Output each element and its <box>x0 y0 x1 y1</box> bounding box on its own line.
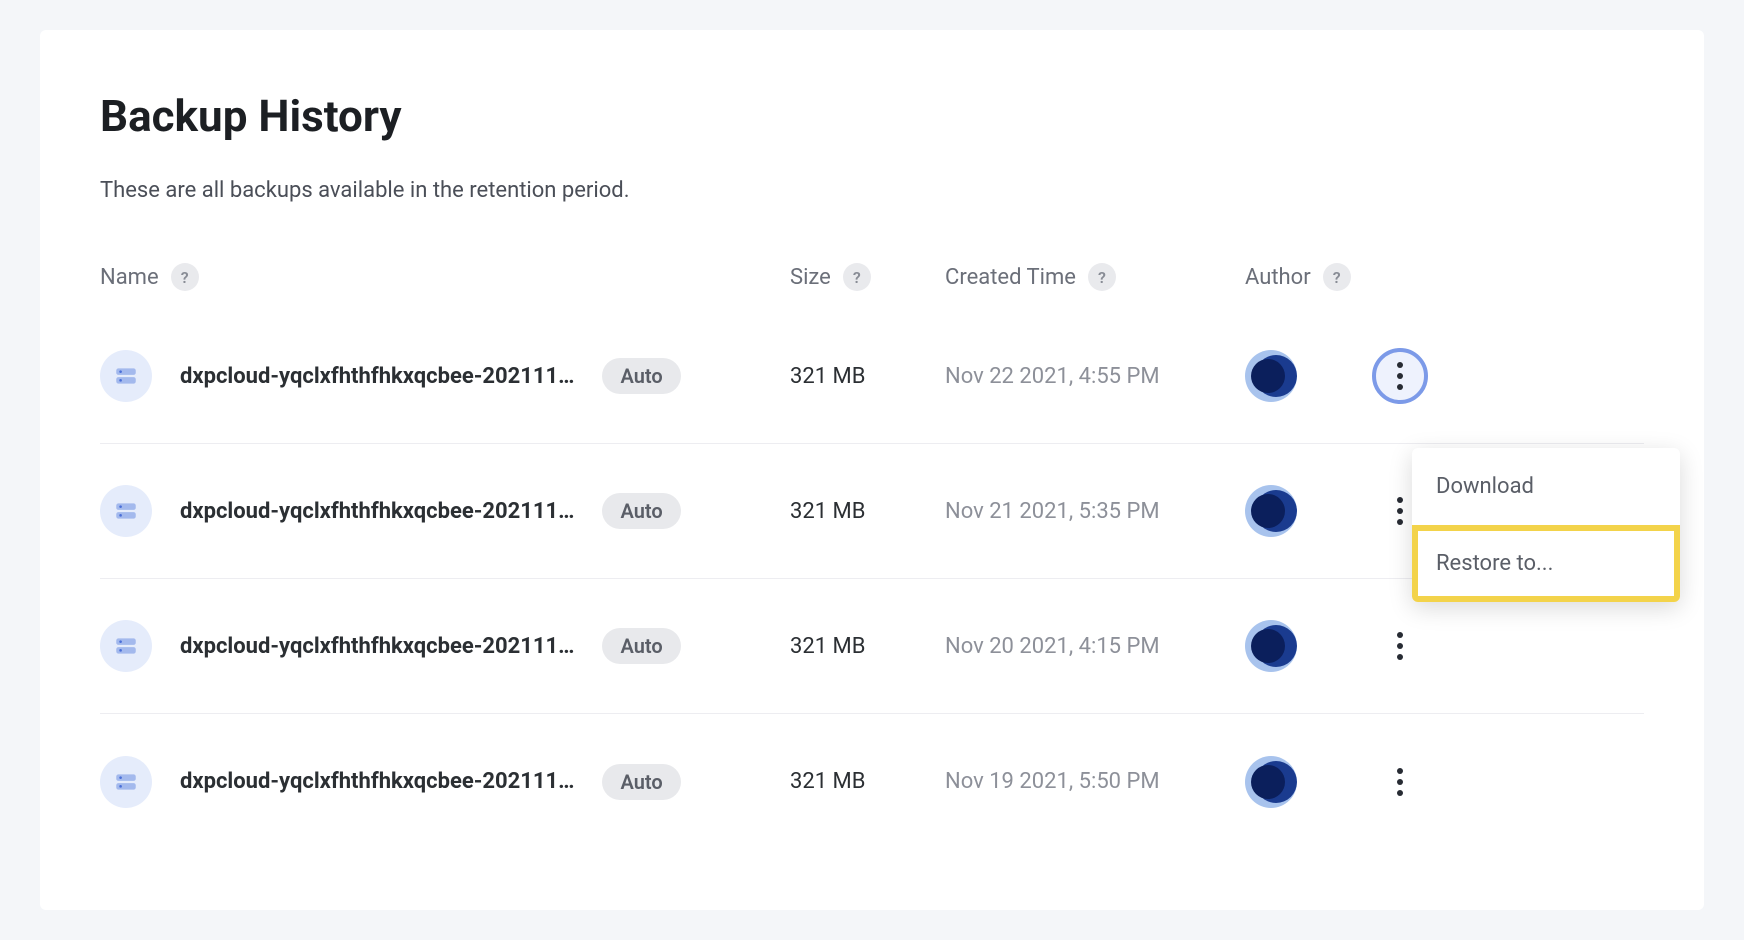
auto-badge: Auto <box>602 764 680 800</box>
backup-created: Nov 22 2021, 4:55 PM <box>945 364 1245 389</box>
auto-badge: Auto <box>602 628 680 664</box>
help-icon[interactable]: ? <box>171 263 199 291</box>
backup-size: 321 MB <box>790 769 945 794</box>
row-actions-button[interactable] <box>1372 618 1428 674</box>
backup-name: dxpcloud-yqclxfhthfhkxqcbee-202111… <box>180 499 574 524</box>
help-icon[interactable]: ? <box>1323 263 1351 291</box>
page-subtitle: These are all backups available in the r… <box>100 178 1644 203</box>
table-row: dxpcloud-yqclxfhthfhkxqcbee-202111… Auto 3… <box>100 714 1644 849</box>
help-icon[interactable]: ? <box>1088 263 1116 291</box>
col-created-label: Created Time <box>945 265 1076 290</box>
backup-author <box>1245 350 1360 402</box>
dropdown-restore[interactable]: Restore to... <box>1412 525 1680 602</box>
backup-size: 321 MB <box>790 634 945 659</box>
row-actions-dropdown: Download Restore to... <box>1412 448 1680 602</box>
avatar <box>1245 756 1297 808</box>
auto-badge: Auto <box>602 358 680 394</box>
backup-size: 321 MB <box>790 499 945 524</box>
backup-created: Nov 20 2021, 4:15 PM <box>945 634 1245 659</box>
backup-icon <box>100 756 152 808</box>
backup-icon <box>100 350 152 402</box>
col-size-label: Size <box>790 265 831 290</box>
dropdown-download[interactable]: Download <box>1412 448 1680 525</box>
page-title: Backup History <box>100 90 1644 142</box>
row-actions-button[interactable] <box>1372 348 1428 404</box>
backup-created: Nov 21 2021, 5:35 PM <box>945 499 1245 524</box>
backup-size: 321 MB <box>790 364 945 389</box>
backup-author <box>1245 756 1360 808</box>
col-name-label: Name <box>100 265 159 290</box>
help-icon[interactable]: ? <box>843 263 871 291</box>
backup-icon <box>100 485 152 537</box>
backup-created: Nov 19 2021, 5:50 PM <box>945 769 1245 794</box>
backup-icon <box>100 620 152 672</box>
auto-badge: Auto <box>602 493 680 529</box>
backup-author <box>1245 620 1360 672</box>
avatar <box>1245 620 1297 672</box>
col-author-label: Author <box>1245 265 1311 290</box>
avatar <box>1245 350 1297 402</box>
backup-author <box>1245 485 1360 537</box>
table-header: Name ? Size ? Created Time ? Author ? <box>100 263 1644 309</box>
avatar <box>1245 485 1297 537</box>
backup-name: dxpcloud-yqclxfhthfhkxqcbee-202111… <box>180 634 574 659</box>
backup-name: dxpcloud-yqclxfhthfhkxqcbee-202111… <box>180 769 574 794</box>
table-row: dxpcloud-yqclxfhthfhkxqcbee-202111… Auto 3… <box>100 309 1644 444</box>
backup-name: dxpcloud-yqclxfhthfhkxqcbee-202111… <box>180 364 574 389</box>
row-actions-button[interactable] <box>1372 754 1428 810</box>
backup-history-card: Backup History These are all backups ava… <box>40 30 1704 910</box>
